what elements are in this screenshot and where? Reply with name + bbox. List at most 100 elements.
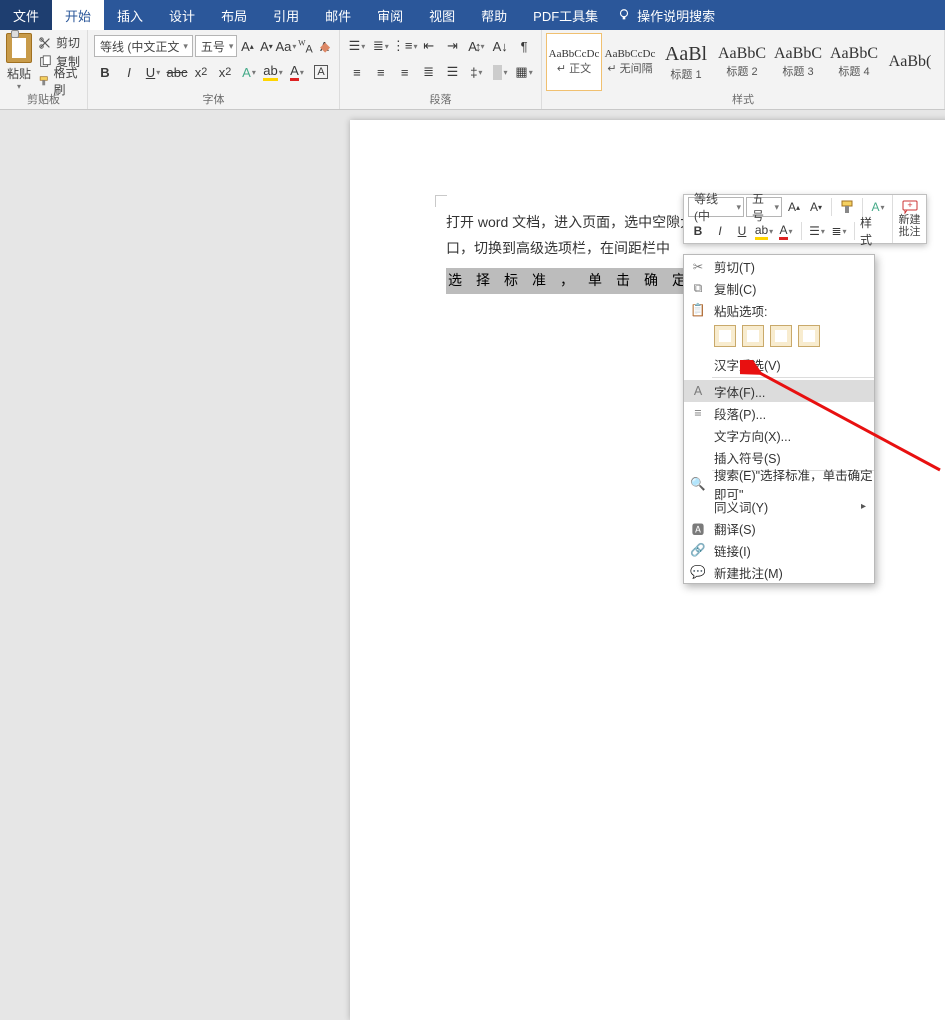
tab-help[interactable]: 帮助 xyxy=(468,0,520,30)
tab-pdf[interactable]: PDF工具集 xyxy=(520,0,611,30)
group-label-styles: 样式 xyxy=(546,91,940,109)
format-painter-button[interactable]: 格式刷 xyxy=(38,72,83,90)
numbering-button[interactable]: ≣▾ xyxy=(370,35,392,57)
justify-button[interactable]: ≣ xyxy=(418,61,440,83)
distribute-button[interactable]: ☰ xyxy=(442,61,464,83)
tell-me-search[interactable]: 操作说明搜索 xyxy=(617,0,715,30)
mini-size-combo[interactable]: 五号▾ xyxy=(746,197,782,217)
tab-home[interactable]: 开始 xyxy=(52,0,104,30)
ctx-synonym[interactable]: 同义词(Y)▸ xyxy=(684,495,874,517)
grow-font-button[interactable]: A▴ xyxy=(239,35,256,57)
paste-label: 粘贴 xyxy=(7,65,31,82)
mini-underline[interactable]: U xyxy=(732,221,752,241)
ctx-paste-options xyxy=(684,321,874,353)
ctx-cut[interactable]: ✂剪切(T) xyxy=(684,255,874,277)
ctx-new-comment[interactable]: 💬新建批注(M) xyxy=(684,561,874,583)
align-left-button[interactable]: ≡ xyxy=(346,61,368,83)
tab-mailings[interactable]: 邮件 xyxy=(312,0,364,30)
subscript-button[interactable]: x2 xyxy=(190,61,212,83)
asian-layout-button[interactable]: A↕▾ xyxy=(465,35,487,57)
multilevel-button[interactable]: ⋮≡▾ xyxy=(394,35,416,57)
copy-icon xyxy=(38,55,52,69)
font-name-combo[interactable]: 等线 (中文正文▾ xyxy=(94,35,193,57)
mini-styles[interactable]: 样式 xyxy=(860,221,880,241)
group-label-paragraph: 段落 xyxy=(344,91,537,109)
bullets-button[interactable]: ☰▾ xyxy=(346,35,368,57)
paste-button[interactable]: 粘贴 ▾ xyxy=(4,33,34,91)
shading-button[interactable]: ▾ xyxy=(489,61,511,83)
phonetic-guide-button[interactable]: ᵂA xyxy=(297,35,314,57)
sort-button[interactable]: A↓ xyxy=(489,35,511,57)
crop-mark-icon xyxy=(435,195,447,207)
ctx-text-direction[interactable]: 文字方向(X)... xyxy=(684,424,874,446)
decrease-indent-button[interactable]: ⇤ xyxy=(418,35,440,57)
enclose-char-button[interactable]: A xyxy=(310,61,332,83)
mini-new-comment[interactable]: + 新建 批注 xyxy=(892,195,926,243)
tab-layout[interactable]: 布局 xyxy=(208,0,260,30)
group-paragraph: ☰▾ ≣▾ ⋮≡▾ ⇤ ⇥ A↕▾ A↓ ¶ ≡ ≡ ≡ ≣ ☰ ‡▾ ▾ ▦▾… xyxy=(340,30,542,109)
style-heading2[interactable]: AaBbC标题 2 xyxy=(714,33,770,91)
strikethrough-button[interactable]: abc xyxy=(166,61,188,83)
style-heading1[interactable]: AaBl标题 1 xyxy=(658,33,714,91)
style-heading3[interactable]: AaBbC标题 3 xyxy=(770,33,826,91)
italic-button[interactable]: I xyxy=(118,61,140,83)
paste-picture[interactable] xyxy=(770,325,792,347)
tab-review[interactable]: 审阅 xyxy=(364,0,416,30)
tab-insert[interactable]: 插入 xyxy=(104,0,156,30)
style-normal[interactable]: AaBbCcDc↵ 正文 xyxy=(546,33,602,91)
change-case-button[interactable]: Aa▾ xyxy=(277,35,295,57)
style-no-spacing[interactable]: AaBbCcDc↵ 无间隔 xyxy=(602,33,658,91)
mini-font-color[interactable]: A▾ xyxy=(776,221,796,241)
font-size-combo[interactable]: 五号▾ xyxy=(195,35,237,57)
style-more[interactable]: AaBb( xyxy=(882,33,938,91)
shrink-font-button[interactable]: A▾ xyxy=(258,35,275,57)
ctx-hanzi-reselect[interactable]: 汉字重选(V) xyxy=(684,353,874,375)
style-heading4[interactable]: AaBbC标题 4 xyxy=(826,33,882,91)
lightbulb-icon xyxy=(617,8,631,22)
tab-references[interactable]: 引用 xyxy=(260,0,312,30)
mini-italic[interactable]: I xyxy=(710,221,730,241)
mini-toolbar: 等线 (中▾ 五号▾ A▴ A▾ A▾ B I U ab▾ A▾ ☰▾ ≣▾ 样… xyxy=(683,194,927,244)
clear-formatting-button[interactable]: A◆ xyxy=(316,35,333,57)
mini-bold[interactable]: B xyxy=(688,221,708,241)
bold-button[interactable]: B xyxy=(94,61,116,83)
show-marks-button[interactable]: ¶ xyxy=(513,35,535,57)
ctx-copy[interactable]: ⧉复制(C) xyxy=(684,277,874,299)
tab-file[interactable]: 文件 xyxy=(0,0,52,30)
group-label-font: 字体 xyxy=(92,91,335,109)
search-icon: 🔍 xyxy=(690,476,706,492)
ctx-translate[interactable]: 🅰翻译(S) xyxy=(684,517,874,539)
ctx-link[interactable]: 🔗链接(I) xyxy=(684,539,874,561)
text-effects-button[interactable]: A▾ xyxy=(238,61,260,83)
mini-grow-font[interactable]: A▴ xyxy=(784,197,804,217)
tab-design[interactable]: 设计 xyxy=(156,0,208,30)
ctx-search[interactable]: 🔍搜索(E)"选择标准，单击确定即可" xyxy=(684,473,874,495)
mini-format-painter[interactable] xyxy=(837,197,857,217)
paste-keep-source[interactable] xyxy=(714,325,736,347)
tab-view[interactable]: 视图 xyxy=(416,0,468,30)
highlight-button[interactable]: ab▾ xyxy=(262,61,284,83)
mini-font-combo[interactable]: 等线 (中▾ xyxy=(688,197,744,217)
ctx-font[interactable]: A字体(F)... xyxy=(684,380,874,402)
context-menu: ✂剪切(T) ⧉复制(C) 📋粘贴选项: 汉字重选(V) A字体(F)... ≡… xyxy=(683,254,875,584)
underline-button[interactable]: U▾ xyxy=(142,61,164,83)
superscript-button[interactable]: x2 xyxy=(214,61,236,83)
paste-text-only[interactable] xyxy=(798,325,820,347)
ribbon: 粘贴 ▾ 剪切 复制 格式刷 剪贴板 xyxy=(0,30,945,110)
clipboard-icon: 📋 xyxy=(690,302,706,318)
cut-button[interactable]: 剪切 xyxy=(38,34,83,52)
mini-bullets[interactable]: ☰▾ xyxy=(807,221,827,241)
group-styles: AaBbCcDc↵ 正文 AaBbCcDc↵ 无间隔 AaBl标题 1 AaBb… xyxy=(542,30,945,109)
increase-indent-button[interactable]: ⇥ xyxy=(442,35,464,57)
mini-numbering[interactable]: ≣▾ xyxy=(829,221,849,241)
paste-merge[interactable] xyxy=(742,325,764,347)
align-center-button[interactable]: ≡ xyxy=(370,61,392,83)
borders-button[interactable]: ▦▾ xyxy=(513,61,535,83)
mini-shrink-font[interactable]: A▾ xyxy=(806,197,826,217)
doc-line2: 口，切换到高级选项栏，在间距栏中 xyxy=(446,240,670,256)
line-spacing-button[interactable]: ‡▾ xyxy=(465,61,487,83)
ctx-paragraph[interactable]: ≡段落(P)... xyxy=(684,402,874,424)
align-right-button[interactable]: ≡ xyxy=(394,61,416,83)
font-color-button[interactable]: A▾ xyxy=(286,61,308,83)
mini-highlight[interactable]: ab▾ xyxy=(754,221,774,241)
